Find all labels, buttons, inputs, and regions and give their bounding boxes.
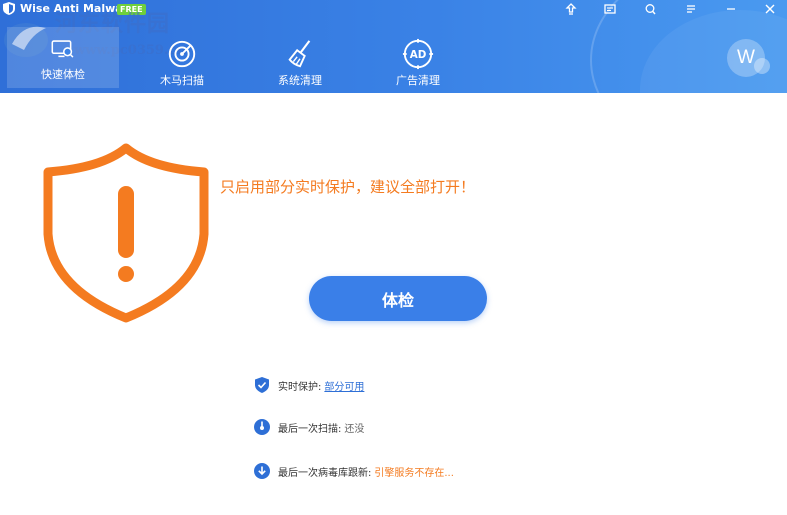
app-header: Wise Anti Malware FREE 河东软件园 www.pc0359.… (0, 0, 787, 93)
app-logo-icon (3, 2, 15, 15)
window-menu-button[interactable] (599, 0, 621, 18)
tab-system-clean[interactable]: 系统清理 (245, 30, 355, 88)
last-update-label: 最后一次病毒库跟新: (278, 467, 372, 479)
upload-button[interactable] (560, 0, 582, 18)
list-icon (687, 5, 695, 13)
last-scan-label: 最后一次扫描: (278, 423, 342, 435)
protection-warning-text: 只启用部分实时保护，建议全部打开！ (220, 178, 476, 196)
last-update-row: 最后一次病毒库跟新: 引擎服务不存在... (253, 461, 454, 481)
minimize-button[interactable] (720, 0, 742, 18)
target-scan-icon (168, 40, 196, 68)
list-button[interactable] (680, 0, 702, 18)
shield-check-icon (255, 377, 269, 393)
tab-label-system-clean: 系统清理 (278, 74, 322, 87)
realtime-protection-label: 实时保护: (278, 381, 322, 393)
close-icon (765, 4, 775, 14)
avatar-badge (754, 58, 770, 74)
tab-trojan-scan[interactable]: 木马扫描 (127, 30, 237, 88)
download-icon (254, 463, 270, 479)
minimize-icon (727, 8, 735, 10)
menu-window-icon (604, 4, 616, 14)
tab-ad-clean[interactable]: AD 广告清理 (363, 30, 473, 88)
last-update-value: 引擎服务不存在... (374, 467, 454, 479)
settings-icon (645, 4, 656, 15)
tab-label-ad-clean: 广告清理 (396, 74, 440, 87)
svg-text:AD: AD (410, 49, 427, 61)
broom-icon (288, 40, 311, 68)
settings-button[interactable] (639, 0, 661, 18)
tab-label-quick-scan: 快速体检 (41, 68, 85, 81)
last-scan-value: 还没 (344, 423, 365, 435)
monitor-scan-icon (51, 40, 74, 58)
scan-button[interactable]: 体检 (309, 276, 487, 321)
last-scan-row: 最后一次扫描: 还没 (253, 417, 364, 437)
upload-icon (565, 3, 577, 15)
close-button[interactable] (759, 0, 781, 18)
avatar-letter: W (737, 47, 755, 68)
realtime-protection-row: 实时保护: 部分可用 (253, 375, 364, 395)
realtime-protection-link[interactable]: 部分可用 (324, 378, 364, 393)
tab-quick-scan[interactable]: 快速体检 (7, 27, 119, 88)
tab-label-trojan-scan: 木马扫描 (160, 74, 204, 87)
warning-shield-icon (43, 143, 209, 323)
ad-icon: AD (402, 38, 434, 70)
scan-history-icon (254, 419, 270, 435)
